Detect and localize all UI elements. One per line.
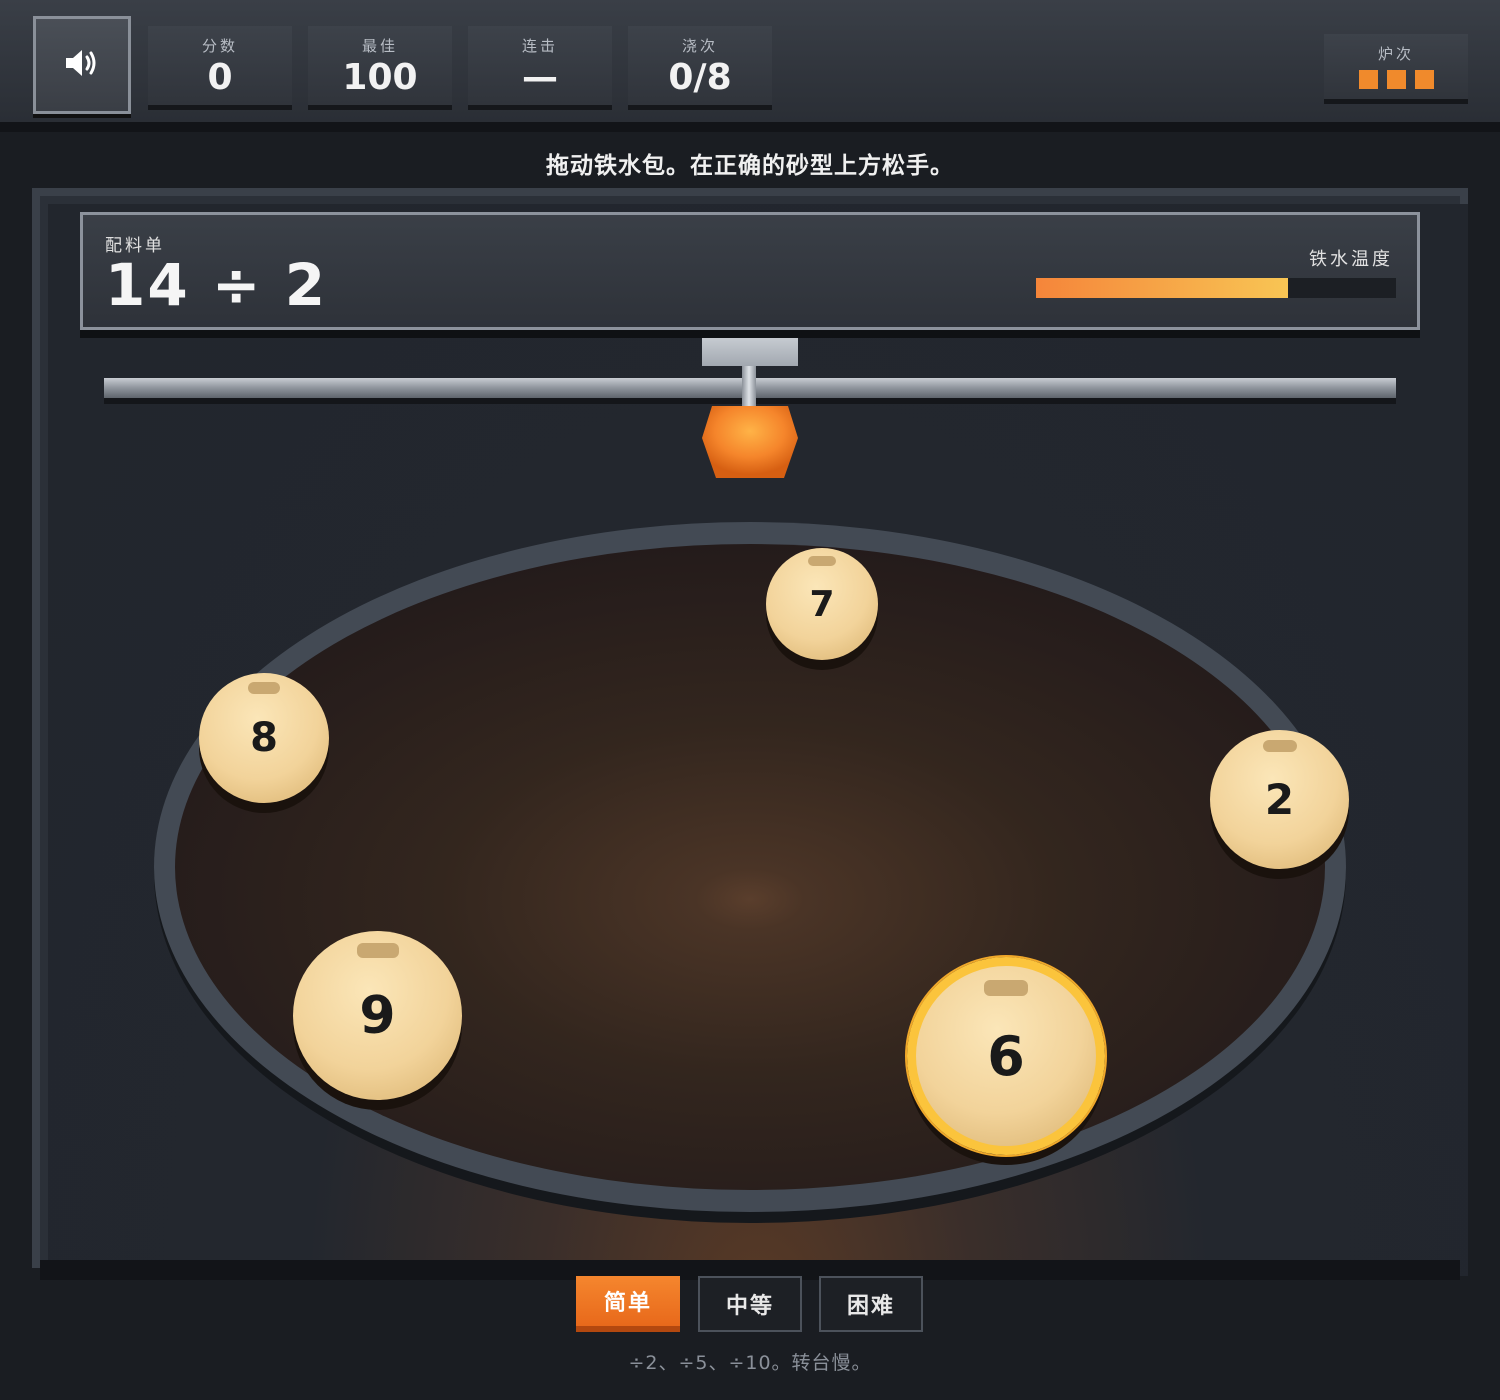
- mold-5[interactable]: 6: [907, 957, 1105, 1155]
- furnace-label: 炉次: [1377, 45, 1414, 63]
- pours-label: 浇次: [681, 37, 718, 55]
- mold-sprue: [356, 943, 399, 958]
- sound-toggle-button[interactable]: [33, 16, 131, 114]
- crane-rod: [742, 366, 756, 406]
- ladle-icon: [702, 406, 798, 478]
- top-bar: 分数 0 最佳 100 连击 — 浇次 0/8 炉次: [0, 0, 1500, 132]
- mold-sprue: [1262, 740, 1297, 752]
- score-label: 分数: [201, 37, 238, 55]
- score-stat: 分数 0: [148, 26, 292, 110]
- mold-3[interactable]: 2: [1210, 730, 1349, 869]
- difficulty-hint: ÷2、÷5、÷10。转台慢。: [628, 1352, 872, 1374]
- mold-4[interactable]: 9: [293, 931, 462, 1100]
- speaker-icon: [64, 48, 100, 82]
- mold-2[interactable]: 8: [199, 673, 329, 803]
- order-panel: 配料单 14 ÷ 2 铁水温度: [80, 212, 1420, 330]
- mold-value: 9: [359, 985, 396, 1046]
- mold-sprue: [808, 556, 836, 566]
- mold-value: 2: [1264, 775, 1295, 824]
- ladle[interactable]: [702, 404, 798, 478]
- best-label: 最佳: [361, 37, 398, 55]
- pours-stat: 浇次 0/8: [628, 26, 772, 110]
- combo-stat: 连击 —: [468, 26, 612, 110]
- temperature-label: 铁水温度: [1309, 249, 1393, 270]
- combo-label: 连击: [521, 37, 558, 55]
- mold-value: 6: [987, 1024, 1025, 1088]
- temperature-fill: [1036, 278, 1288, 298]
- difficulty-easy-button[interactable]: 简单: [576, 1276, 680, 1332]
- mold-sprue: [248, 682, 280, 694]
- order-equation: 14 ÷ 2: [105, 251, 328, 319]
- life-pip: [1386, 70, 1406, 89]
- mold-1[interactable]: 7: [766, 548, 878, 660]
- life-pips: [1324, 70, 1468, 89]
- temperature-bar: [1036, 278, 1396, 298]
- score-value: 0: [207, 57, 233, 98]
- pours-value: 0/8: [668, 57, 732, 98]
- mold-sprue: [984, 980, 1028, 996]
- combo-value: —: [522, 57, 558, 98]
- difficulty-medium-button[interactable]: 中等: [698, 1276, 802, 1332]
- mold-value: 7: [809, 583, 835, 625]
- best-value: 100: [342, 57, 418, 98]
- furnace-lives: 炉次: [1324, 34, 1468, 104]
- life-pip: [1414, 70, 1434, 89]
- life-pip: [1358, 70, 1378, 89]
- difficulty-hard-button[interactable]: 困难: [819, 1276, 923, 1332]
- instruction-text: 拖动铁水包。在正确的砂型上方松手。: [546, 153, 954, 179]
- mold-value: 8: [250, 715, 278, 761]
- best-stat: 最佳 100: [308, 26, 452, 110]
- crane-trolley[interactable]: [702, 338, 798, 366]
